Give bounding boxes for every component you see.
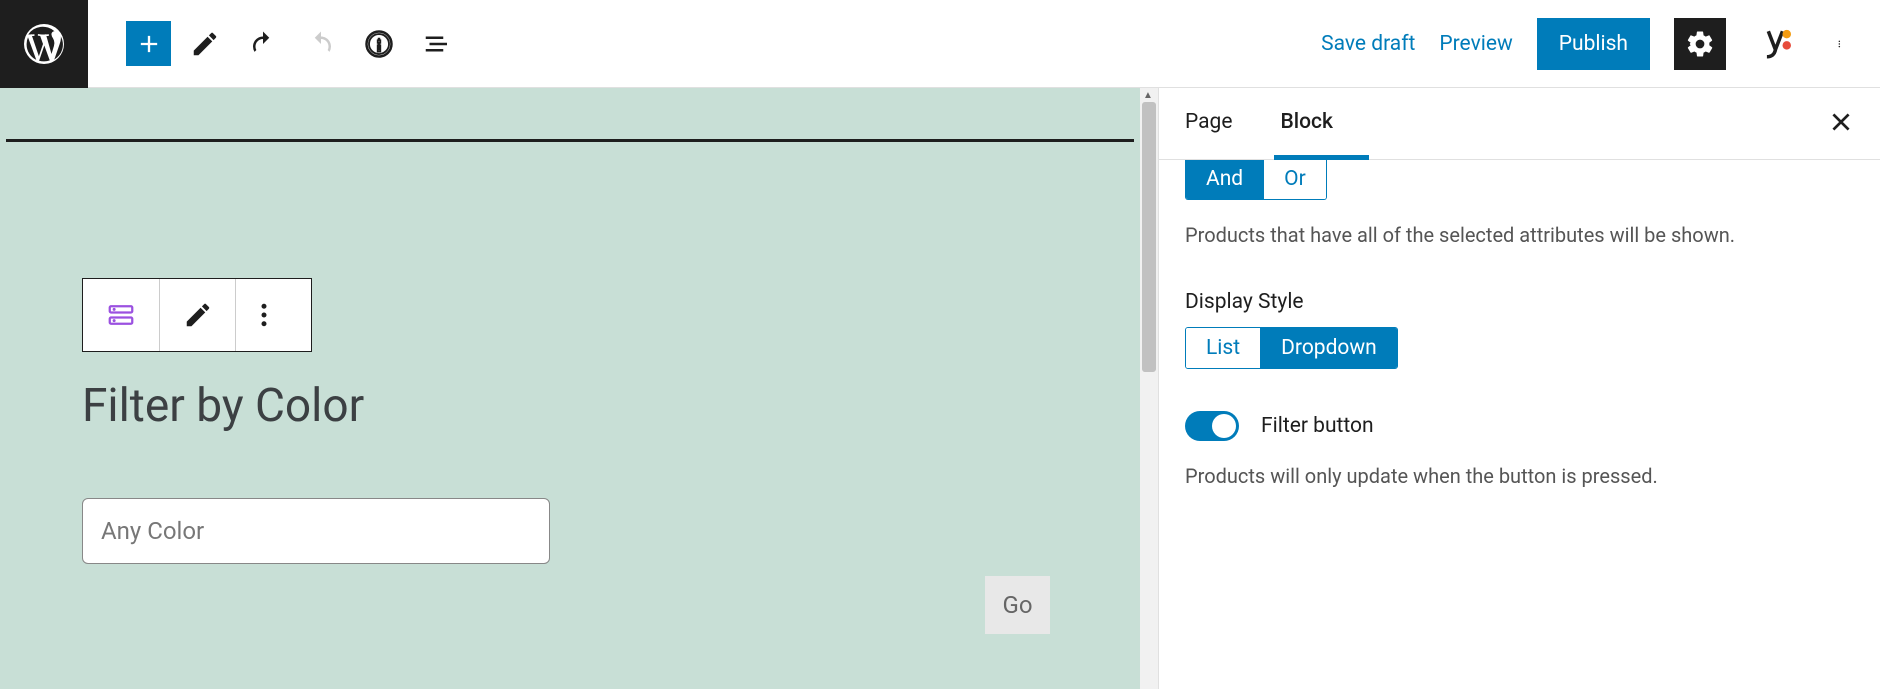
toggle-knob	[1212, 414, 1236, 438]
filter-button-help: Products will only update when the butto…	[1185, 461, 1854, 491]
close-sidebar-button[interactable]	[1828, 109, 1854, 139]
undo-button[interactable]	[239, 20, 287, 68]
display-style-label: Display Style	[1185, 290, 1854, 314]
scrollbar-thumb[interactable]	[1142, 102, 1156, 372]
wordpress-logo[interactable]	[0, 0, 88, 88]
query-or-button[interactable]: Or	[1263, 159, 1326, 199]
outline-button[interactable]	[413, 20, 461, 68]
filter-button-row: Filter button	[1185, 411, 1854, 441]
close-icon	[1828, 109, 1854, 135]
tab-block[interactable]: Block	[1281, 110, 1333, 138]
canvas-scrollbar[interactable]: ▲	[1140, 88, 1158, 689]
query-and-button[interactable]: And	[1186, 159, 1263, 199]
block-heading: Filter by Color	[82, 379, 364, 433]
edit-block-button[interactable]	[159, 279, 235, 351]
edit-mode-button[interactable]	[181, 20, 229, 68]
scroll-up-arrow[interactable]: ▲	[1143, 90, 1155, 100]
redo-button[interactable]	[297, 20, 345, 68]
dropdown-placeholder: Any Color	[101, 517, 204, 545]
settings-sidebar: Page Block And Or Products that have all…	[1158, 88, 1880, 689]
tab-page[interactable]: Page	[1185, 110, 1233, 138]
separator-block[interactable]	[6, 139, 1134, 142]
filter-button-label: Filter button	[1261, 414, 1374, 438]
document-info-button[interactable]	[355, 20, 403, 68]
redo-icon	[306, 29, 336, 59]
go-button[interactable]: Go	[985, 576, 1050, 634]
kebab-icon	[259, 300, 289, 330]
block-type-button[interactable]	[83, 279, 159, 351]
display-dropdown-button[interactable]: Dropdown	[1260, 328, 1397, 368]
list-view-icon	[422, 29, 452, 59]
plus-icon	[135, 30, 163, 58]
pencil-icon	[190, 29, 220, 59]
top-toolbar: Save draft Preview Publish	[0, 0, 1880, 88]
yoast-icon	[1757, 27, 1791, 61]
add-block-button[interactable]	[126, 21, 171, 66]
main-area: Filter by Color Any Color Go ▲ Page Bloc…	[0, 88, 1880, 689]
display-style-group: List Dropdown	[1185, 327, 1398, 369]
query-type-help: Products that have all of the selected a…	[1185, 220, 1854, 250]
gear-icon	[1685, 29, 1715, 59]
display-list-button[interactable]: List	[1186, 328, 1260, 368]
undo-icon	[248, 29, 278, 59]
settings-button[interactable]	[1674, 18, 1726, 70]
toolbar-left	[88, 20, 461, 68]
query-type-group: And Or	[1185, 159, 1327, 200]
filter-button-toggle[interactable]	[1185, 411, 1239, 441]
save-draft-button[interactable]: Save draft	[1321, 32, 1415, 56]
publish-button[interactable]: Publish	[1537, 18, 1650, 70]
wordpress-icon	[20, 20, 68, 68]
yoast-button[interactable]	[1750, 20, 1798, 68]
pencil-icon	[183, 300, 213, 330]
block-settings-panel: And Or Products that have all of the sel…	[1159, 160, 1880, 517]
sidebar-tabs: Page Block	[1159, 88, 1880, 160]
more-options-button[interactable]	[1822, 20, 1862, 68]
tab-indicator	[1274, 155, 1369, 160]
preview-button[interactable]: Preview	[1439, 32, 1512, 56]
editor-canvas[interactable]: Filter by Color Any Color Go	[0, 88, 1140, 689]
kebab-icon	[1838, 29, 1846, 59]
attribute-dropdown[interactable]: Any Color	[82, 498, 550, 564]
toolbar-right: Save draft Preview Publish	[1321, 18, 1880, 70]
info-icon	[364, 29, 394, 59]
block-toolbar	[82, 278, 312, 352]
filter-block-icon	[106, 300, 136, 330]
block-more-button[interactable]	[235, 279, 311, 351]
